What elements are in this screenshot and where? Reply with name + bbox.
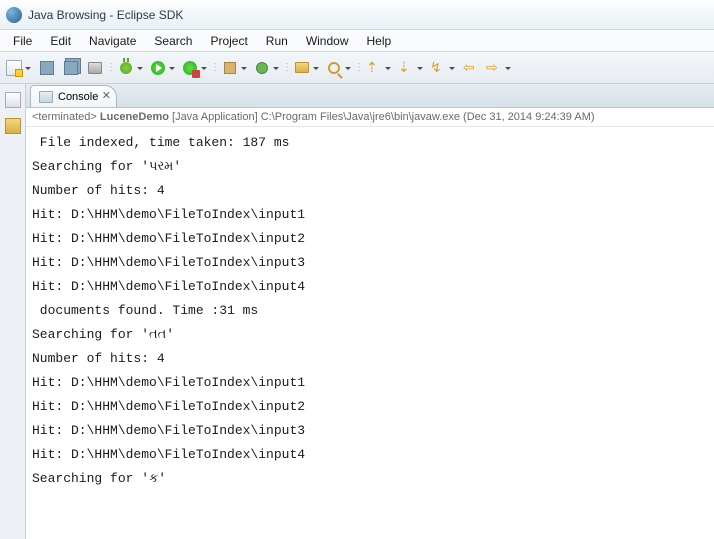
- menu-window[interactable]: Window: [297, 32, 358, 50]
- console-line: File indexed, time taken: 187 ms: [32, 131, 708, 155]
- toolbar-separator: [356, 57, 362, 79]
- new-button[interactable]: [4, 57, 34, 79]
- console-line: Number of hits: 4: [32, 179, 708, 203]
- console-line: Hit: D:\HHM\demo\FileToIndex\input1: [32, 371, 708, 395]
- console-line: Searching for 'પરમ': [32, 155, 708, 179]
- type-icon: [256, 62, 268, 74]
- console-line: Hit: D:\HHM\demo\FileToIndex\input3: [32, 419, 708, 443]
- console-line: Hit: D:\HHM\demo\FileToIndex\input4: [32, 275, 708, 299]
- back-icon: ⇦: [463, 60, 479, 76]
- minimized-view-1[interactable]: [5, 92, 21, 108]
- workspace: Console ✕ <terminated> LuceneDemo [Java …: [0, 84, 714, 539]
- view-tabbar: Console ✕: [26, 84, 714, 108]
- console-line: documents found. Time :31 ms: [32, 299, 708, 323]
- menu-file[interactable]: File: [4, 32, 41, 50]
- new-type-button[interactable]: [252, 57, 282, 79]
- console-output[interactable]: File indexed, time taken: 187 ms Searchi…: [26, 127, 714, 539]
- save-all-icon: [64, 61, 78, 75]
- run-button[interactable]: [148, 57, 178, 79]
- nav-last-edit-button[interactable]: ↯: [428, 57, 458, 79]
- console-status: <terminated> LuceneDemo [Java Applicatio…: [26, 108, 714, 127]
- console-line: Hit: D:\HHM\demo\FileToIndex\input4: [32, 443, 708, 467]
- nav-next-annotation-button[interactable]: ⇣: [396, 57, 426, 79]
- close-icon[interactable]: ✕: [100, 90, 112, 102]
- edit-loc-icon: ↯: [430, 60, 446, 76]
- save-all-button[interactable]: [60, 57, 82, 79]
- run-icon: [151, 61, 165, 75]
- tab-console[interactable]: Console ✕: [30, 85, 117, 107]
- search-button[interactable]: [324, 57, 354, 79]
- nav-prev-annotation-button[interactable]: ⇡: [364, 57, 394, 79]
- toolbar-separator: [108, 57, 114, 79]
- folder-icon: [295, 62, 309, 73]
- nav-forward-button[interactable]: ⇨: [484, 57, 514, 79]
- new-package-button[interactable]: [220, 57, 250, 79]
- titlebar: Java Browsing - Eclipse SDK: [0, 0, 714, 30]
- status-terminated: <terminated>: [32, 111, 100, 123]
- window-title: Java Browsing - Eclipse SDK: [28, 8, 183, 22]
- status-path: C:\Program Files\Java\jre6\bin\javaw.exe: [261, 111, 460, 123]
- menu-navigate[interactable]: Navigate: [80, 32, 145, 50]
- status-app-type: [Java Application]: [169, 111, 261, 123]
- left-trim-strip: [0, 84, 26, 539]
- console-line: Hit: D:\HHM\demo\FileToIndex\input1: [32, 203, 708, 227]
- search-icon: [328, 62, 340, 74]
- forward-icon: ⇨: [486, 60, 502, 76]
- console-icon: [39, 91, 53, 103]
- menu-help[interactable]: Help: [358, 32, 401, 50]
- print-icon: [88, 62, 102, 74]
- new-icon: [6, 60, 22, 76]
- debug-button[interactable]: [116, 57, 146, 79]
- toolbar-separator: [212, 57, 218, 79]
- console-line: Searching for 'ક': [32, 467, 708, 491]
- package-icon: [224, 62, 236, 74]
- console-line: Searching for 'તત': [32, 323, 708, 347]
- console-view: Console ✕ <terminated> LuceneDemo [Java …: [26, 84, 714, 539]
- status-app-name: LuceneDemo: [100, 111, 169, 123]
- save-icon: [40, 61, 54, 75]
- app-icon: [6, 7, 22, 23]
- menu-project[interactable]: Project: [201, 32, 256, 50]
- tab-label: Console: [58, 91, 98, 103]
- menu-edit[interactable]: Edit: [41, 32, 80, 50]
- toolbar: ⇡ ⇣ ↯ ⇦ ⇨: [0, 52, 714, 84]
- down-arrow-icon: ⇣: [398, 60, 414, 76]
- bug-icon: [120, 62, 132, 74]
- console-line: Hit: D:\HHM\demo\FileToIndex\input2: [32, 395, 708, 419]
- up-arrow-icon: ⇡: [366, 60, 382, 76]
- menu-run[interactable]: Run: [257, 32, 297, 50]
- print-button[interactable]: [84, 57, 106, 79]
- status-timestamp: (Dec 31, 2014 9:24:39 AM): [460, 111, 595, 123]
- console-line: Hit: D:\HHM\demo\FileToIndex\input3: [32, 251, 708, 275]
- toolbar-separator: [284, 57, 290, 79]
- console-line: Hit: D:\HHM\demo\FileToIndex\input2: [32, 227, 708, 251]
- open-folder-button[interactable]: [292, 57, 322, 79]
- minimized-view-2[interactable]: [5, 118, 21, 134]
- save-button[interactable]: [36, 57, 58, 79]
- run-ext-icon: [183, 61, 197, 75]
- nav-back-button[interactable]: ⇦: [460, 57, 482, 79]
- menu-search[interactable]: Search: [145, 32, 201, 50]
- console-line: Number of hits: 4: [32, 347, 708, 371]
- run-external-button[interactable]: [180, 57, 210, 79]
- menubar: File Edit Navigate Search Project Run Wi…: [0, 30, 714, 52]
